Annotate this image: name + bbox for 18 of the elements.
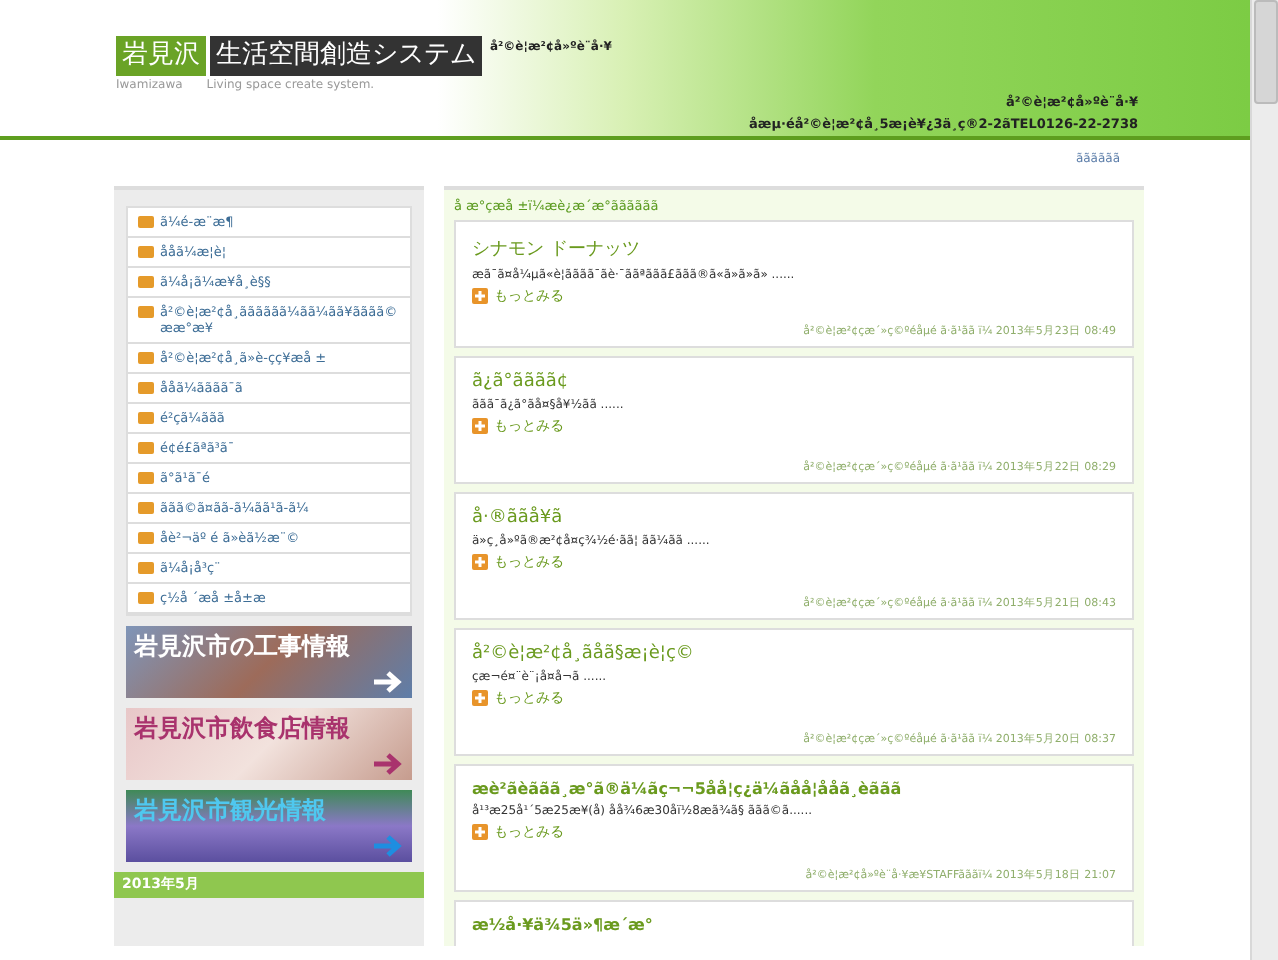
banner-title: 岩見沢市観光情報 [134,794,326,828]
plus-icon [472,554,488,570]
post-title[interactable]: å·®ããå¥ã [472,508,1116,528]
logo-city: 岩見沢 [116,36,206,76]
banner-title: 岩見沢市の工事情報 [134,630,350,664]
banner-link[interactable]: 岩見沢市の工事情報 [126,626,412,698]
post-title[interactable]: æ½å·¥ä¾5ä»¶æ´æ° [472,916,1116,934]
plus-icon [472,824,488,840]
logo-title: 生活空間創造システム [210,36,482,76]
plus-icon [472,418,488,434]
post-title[interactable]: シナモン ドーナッツ [472,236,1116,262]
banner-title: 岩見沢市飲食店情報 [134,712,350,746]
plus-icon [472,690,488,706]
post-title[interactable]: å²©è¦æ²¢å¸ãåã§æ¡è¦ç© [472,644,1116,664]
post-title[interactable]: æè²ãèããã¸æ°ã®ä¼ãç¬¬5åå¦ç¿ä¼ãåå¦ååã¸èããã [472,780,1116,798]
plus-icon [472,288,488,304]
post-title[interactable]: ã¿ã°ãããã¢ [472,372,1116,392]
banner-link[interactable]: 岩見沢市飲食店情報 [126,708,412,780]
